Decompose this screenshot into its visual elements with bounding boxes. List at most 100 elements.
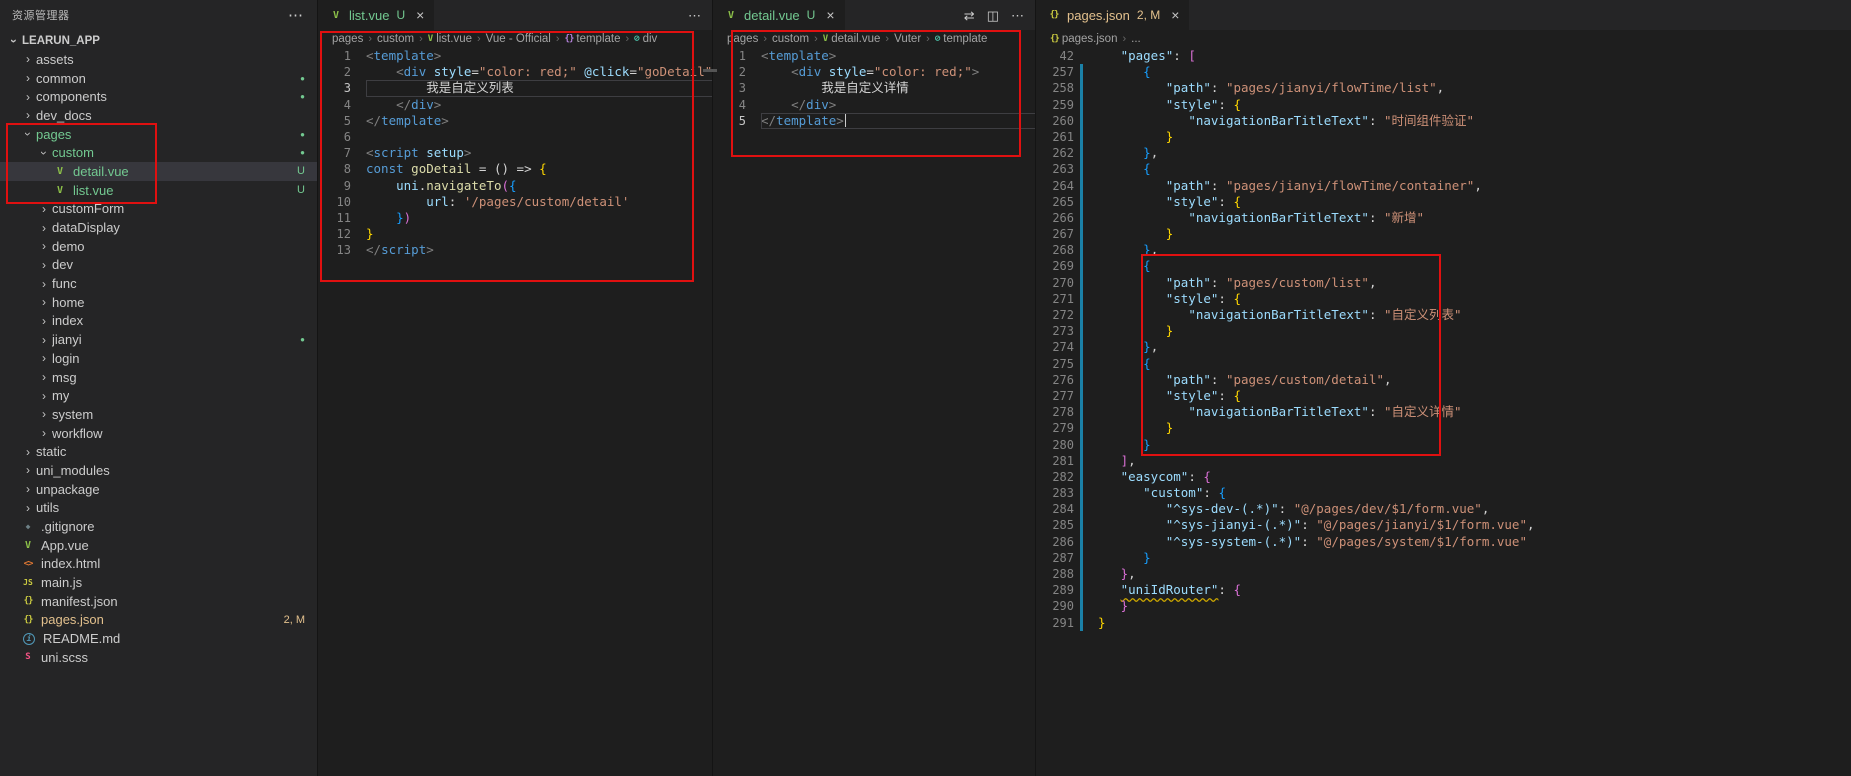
breadcrumb-item-detail.vue[interactable]: Vdetail.vue — [823, 33, 881, 45]
tree-item-uni.scss[interactable]: Suni.scss — [0, 648, 317, 667]
code-line-5[interactable]: 5</template> — [713, 113, 1036, 129]
code-line-283[interactable]: 283 "custom": { — [1036, 485, 1851, 501]
tree-item-.gitignore[interactable]: ◆.gitignore — [0, 517, 317, 536]
tree-item-uni_modules[interactable]: ›uni_modules — [0, 461, 317, 480]
code-line-270[interactable]: 270 "path": "pages/custom/list", — [1036, 275, 1851, 291]
code-line-4[interactable]: 4 </div> — [713, 97, 1036, 113]
code-line-1[interactable]: 1<template> — [318, 48, 713, 64]
tree-item-home[interactable]: ›home — [0, 293, 317, 312]
tree-item-pages[interactable]: ›pages● — [0, 125, 317, 144]
code-line-258[interactable]: 258 "path": "pages/jianyi/flowTime/list"… — [1036, 80, 1851, 96]
code-line-1[interactable]: 1<template> — [713, 48, 1036, 64]
more-icon[interactable]: ⋯ — [1011, 9, 1024, 22]
breadcrumb-item-Vuter[interactable]: Vuter — [894, 33, 921, 45]
code-line-267[interactable]: 267 } — [1036, 226, 1851, 242]
code-line-2[interactable]: 2 <div style="color: red;" @click="goDet… — [318, 64, 713, 80]
code-line-261[interactable]: 261 } — [1036, 129, 1851, 145]
tree-item-utils[interactable]: ›utils — [0, 499, 317, 518]
tree-item-msg[interactable]: ›msg — [0, 368, 317, 387]
tab-detail.vue[interactable]: Vdetail.vueU× — [713, 0, 846, 30]
close-icon[interactable]: × — [416, 8, 424, 22]
code-line-276[interactable]: 276 "path": "pages/custom/detail", — [1036, 372, 1851, 388]
code-line-271[interactable]: 271 "style": { — [1036, 291, 1851, 307]
tree-item-system[interactable]: ›system — [0, 405, 317, 424]
close-icon[interactable]: × — [826, 8, 834, 22]
tree-item-workflow[interactable]: ›workflow — [0, 424, 317, 443]
tree-item-assets[interactable]: ›assets — [0, 50, 317, 69]
tab-list.vue[interactable]: Vlist.vueU× — [318, 0, 435, 30]
tree-item-components[interactable]: ›components● — [0, 87, 317, 106]
code-line-279[interactable]: 279 } — [1036, 420, 1851, 436]
tree-item-my[interactable]: ›my — [0, 386, 317, 405]
breadcrumb-item-pages[interactable]: pages — [727, 33, 758, 45]
code-line-2[interactable]: 2 <div style="color: red;"> — [713, 64, 1036, 80]
code-line-6[interactable]: 6 — [318, 129, 713, 145]
code-line-9[interactable]: 9 uni.navigateTo({ — [318, 178, 713, 194]
breadcrumb-item-Vue - Official[interactable]: Vue - Official — [486, 33, 551, 45]
code-line-273[interactable]: 273 } — [1036, 323, 1851, 339]
code-line-291[interactable]: 291} — [1036, 615, 1851, 631]
tree-item-func[interactable]: ›func — [0, 274, 317, 293]
code-line-257[interactable]: 257 { — [1036, 64, 1851, 80]
tab-pages.json[interactable]: {}pages.json2, M× — [1036, 0, 1190, 30]
code-line-11[interactable]: 11 }) — [318, 210, 713, 226]
code-line-12[interactable]: 12} — [318, 226, 713, 242]
tree-item-main.js[interactable]: JSmain.js — [0, 573, 317, 592]
tree-item-dev_docs[interactable]: ›dev_docs — [0, 106, 317, 125]
breadcrumb-item-div[interactable]: ⊘div — [634, 33, 657, 45]
code-line-259[interactable]: 259 "style": { — [1036, 97, 1851, 113]
code-line-266[interactable]: 266 "navigationBarTitleText": "新增" — [1036, 210, 1851, 226]
code-line-278[interactable]: 278 "navigationBarTitleText": "自定义详情" — [1036, 404, 1851, 420]
tree-item-demo[interactable]: ›demo — [0, 237, 317, 256]
tree-item-index[interactable]: ›index — [0, 312, 317, 331]
code-line-5[interactable]: 5</template> — [318, 113, 713, 129]
code-line-264[interactable]: 264 "path": "pages/jianyi/flowTime/conta… — [1036, 178, 1851, 194]
code-line-3[interactable]: 3 我是自定义详情 — [713, 80, 1036, 96]
code-line-269[interactable]: 269 { — [1036, 258, 1851, 274]
code-line-13[interactable]: 13</script> — [318, 242, 713, 258]
close-icon[interactable]: × — [1171, 8, 1179, 22]
tree-item-jianyi[interactable]: ›jianyi● — [0, 330, 317, 349]
tree-item-login[interactable]: ›login — [0, 349, 317, 368]
breadcrumb-item-template[interactable]: ⊘template — [935, 33, 988, 45]
code-area[interactable]: 1<template>2 <div style="color: red;">3 … — [713, 48, 1036, 129]
tree-item-detail.vue[interactable]: Vdetail.vueU — [0, 162, 317, 181]
code-line-272[interactable]: 272 "navigationBarTitleText": "自定义列表" — [1036, 307, 1851, 323]
code-line-280[interactable]: 280 } — [1036, 437, 1851, 453]
code-line-290[interactable]: 290 } — [1036, 598, 1851, 614]
explorer-more-actions-icon[interactable]: ⋯ — [288, 8, 303, 23]
code-line-277[interactable]: 277 "style": { — [1036, 388, 1851, 404]
code-line-282[interactable]: 282 "easycom": { — [1036, 469, 1851, 485]
tree-root-folder[interactable]: › LEARUN_APP — [0, 31, 317, 50]
breadcrumb-item-custom[interactable]: custom — [772, 33, 809, 45]
code-line-275[interactable]: 275 { — [1036, 356, 1851, 372]
code-line-8[interactable]: 8const goDetail = () => { — [318, 161, 713, 177]
code-line-287[interactable]: 287 } — [1036, 550, 1851, 566]
compare-icon[interactable]: ⇄ — [964, 9, 975, 22]
tree-item-common[interactable]: ›common● — [0, 69, 317, 88]
tree-item-unpackage[interactable]: ›unpackage — [0, 480, 317, 499]
code-line-4[interactable]: 4 </div> — [318, 97, 713, 113]
code-area[interactable]: 42 "pages": [257 {258 "path": "pages/jia… — [1036, 48, 1851, 631]
code-line-274[interactable]: 274 }, — [1036, 339, 1851, 355]
code-line-3[interactable]: 3 我是自定义列表 — [318, 80, 713, 96]
code-line-265[interactable]: 265 "style": { — [1036, 194, 1851, 210]
tree-item-App.vue[interactable]: VApp.vue — [0, 536, 317, 555]
tree-item-static[interactable]: ›static — [0, 442, 317, 461]
tree-item-manifest.json[interactable]: {}manifest.json — [0, 592, 317, 611]
breadcrumb-item-custom[interactable]: custom — [377, 33, 414, 45]
breadcrumb-item-pages[interactable]: pages — [332, 33, 363, 45]
code-line-268[interactable]: 268 }, — [1036, 242, 1851, 258]
code-line-288[interactable]: 288 }, — [1036, 566, 1851, 582]
tree-item-custom[interactable]: ›custom● — [0, 143, 317, 162]
code-line-286[interactable]: 286 "^sys-system-(.*)": "@/pages/system/… — [1036, 534, 1851, 550]
code-line-285[interactable]: 285 "^sys-jianyi-(.*)": "@/pages/jianyi/… — [1036, 517, 1851, 533]
code-line-260[interactable]: 260 "navigationBarTitleText": "时间组件验证" — [1036, 113, 1851, 129]
tree-item-customForm[interactable]: ›customForm — [0, 200, 317, 219]
tree-item-pages.json[interactable]: {}pages.json2, M — [0, 611, 317, 630]
code-line-289[interactable]: 289 "uniIdRouter": { — [1036, 582, 1851, 598]
breadcrumb-item-...[interactable]: ... — [1131, 33, 1141, 45]
tree-item-dataDisplay[interactable]: ›dataDisplay — [0, 218, 317, 237]
breadcrumb-item-pages.json[interactable]: {}pages.json — [1050, 33, 1117, 45]
tree-item-list.vue[interactable]: Vlist.vueU — [0, 181, 317, 200]
